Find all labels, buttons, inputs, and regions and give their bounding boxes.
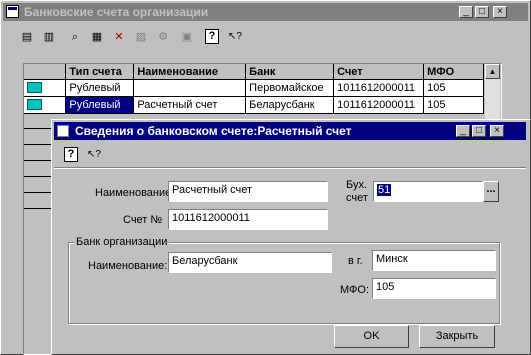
move-icon[interactable]: ▧ (133, 29, 149, 45)
whatsthis-icon[interactable]: ↖? (227, 29, 243, 45)
dialog-minimize-button[interactable]: _ (456, 125, 470, 137)
new-icon[interactable]: ▤ (19, 29, 35, 45)
buh-label-line2: счет (346, 192, 368, 204)
close-dialog-button[interactable]: Закрыть (419, 325, 495, 348)
bank-group-title: Банк организации (74, 236, 170, 248)
account-number-label: Счет № (123, 214, 163, 226)
dialog-icon (57, 125, 69, 137)
buh-account-value: 51 (377, 184, 392, 196)
minimize-button[interactable]: _ (459, 6, 473, 18)
table-row[interactable]: Рублевый Расчетный счет Беларусбанк 1011… (24, 96, 484, 114)
toolbar-divider (54, 167, 526, 169)
folder-icon (24, 79, 67, 97)
mfo-field[interactable]: 105 (372, 278, 496, 299)
find-icon[interactable]: ⌕ (67, 29, 83, 45)
dialog-titlebar[interactable]: Сведения о банковском счете:Расчетный сч… (54, 122, 526, 140)
column-header[interactable]: Наименование (133, 64, 247, 80)
table-cell[interactable]: 105 (423, 96, 484, 114)
account-dialog: Сведения о банковском счете:Расчетный сч… (51, 119, 531, 355)
table-row[interactable]: Рублевый Первомайское 1011612000011 105 (24, 79, 484, 97)
empty-row-lines (24, 114, 52, 354)
main-titlebar[interactable]: Банковские счета организации _ □ × (3, 3, 528, 21)
paste-icon[interactable]: ▣ (179, 29, 195, 45)
add-icon[interactable]: ▦ (89, 29, 105, 45)
main-toolbar: ▤ ▥ ⌕ ▦ ✕ ▧ ⚙ ▣ ? ↖? (3, 25, 528, 49)
dialog-title: Сведения о банковском счете:Расчетный сч… (75, 124, 352, 138)
table-cell[interactable]: 1011612000011 (333, 79, 425, 97)
account-number-field[interactable]: 1011612000011 (168, 209, 328, 230)
table-header-corner (24, 64, 67, 80)
table-cell[interactable]: 1011612000011 (333, 96, 425, 114)
buh-account-field[interactable]: 51 (373, 181, 483, 202)
dialog-whatsthis-icon[interactable]: ↖? (86, 147, 102, 163)
city-field[interactable]: Минск (372, 250, 496, 271)
main-title: Банковские счета организации (24, 5, 209, 19)
name-label: Наименование: (95, 187, 175, 199)
column-header[interactable]: Банк (245, 64, 335, 80)
table-cell[interactable]: Рублевый (65, 79, 135, 97)
buh-label-line1: Бух. (346, 179, 368, 191)
app-icon (6, 5, 19, 18)
column-header[interactable]: Счет (333, 64, 425, 80)
table-cell[interactable]: Первомайское (245, 79, 335, 97)
buh-select-button[interactable]: ... (483, 181, 499, 202)
table-cell[interactable]: Беларусбанк (245, 96, 335, 114)
table-cell-selected[interactable]: Рублевый (65, 96, 135, 114)
copy-icon[interactable]: ▥ (41, 29, 57, 45)
table-cell[interactable]: Расчетный счет (133, 96, 247, 114)
help-icon[interactable]: ? (205, 29, 219, 44)
bank-name-field[interactable]: Беларусбанк (168, 252, 332, 273)
table-header-row: Тип счета Наименование Банк Счет МФО (24, 64, 484, 80)
close-button[interactable]: × (493, 6, 507, 18)
table-cell[interactable]: 105 (423, 79, 484, 97)
mfo-label: МФО: (340, 284, 370, 296)
accounts-table: Тип счета Наименование Банк Счет МФО Руб… (24, 64, 484, 114)
delete-icon[interactable]: ✕ (111, 29, 127, 45)
tree-icon[interactable]: ⚙ (155, 29, 171, 45)
column-header[interactable]: МФО (423, 64, 484, 80)
column-header[interactable]: Тип счета (65, 64, 135, 80)
city-label: в г. (348, 255, 363, 267)
table-cell[interactable] (133, 79, 247, 97)
bank-name-label: Наименование: (88, 260, 168, 272)
ok-button[interactable]: OK (334, 325, 409, 348)
maximize-button[interactable]: □ (475, 6, 489, 18)
dialog-close-button[interactable]: × (490, 125, 504, 137)
name-field[interactable]: Расчетный счет (168, 181, 328, 202)
scroll-up-button[interactable]: ▲ (485, 64, 500, 79)
folder-icon (24, 96, 67, 114)
dialog-help-icon[interactable]: ? (64, 147, 78, 162)
dialog-maximize-button[interactable]: □ (472, 125, 486, 137)
